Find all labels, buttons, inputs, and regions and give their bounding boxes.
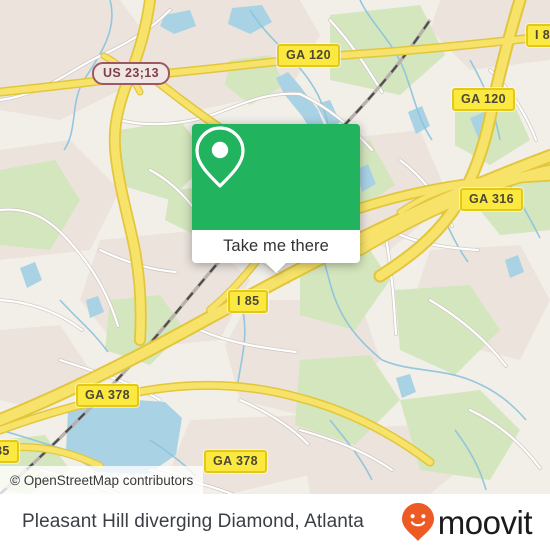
shield-ga-120-a[interactable]: GA 120 xyxy=(277,44,341,67)
shield-ga-316-label: GA 316 xyxy=(469,192,515,206)
osm-attribution[interactable]: © OpenStreetMap contributors xyxy=(0,466,204,494)
moovit-logo[interactable]: moovit xyxy=(401,494,533,550)
shield-i-85-top-label: I 85 xyxy=(535,28,550,42)
shield-i-85-top[interactable]: I 85 xyxy=(526,24,550,47)
shield-ga-378-b[interactable]: GA 378 xyxy=(204,450,268,473)
shield-i-85-mid-label: I 85 xyxy=(237,294,260,308)
shield-ga-120-b[interactable]: GA 120 xyxy=(452,88,516,111)
moovit-smiley-pin-icon xyxy=(401,503,434,541)
osm-attribution-text: © OpenStreetMap contributors xyxy=(10,472,194,488)
map-canvas[interactable]: US 23;13 GA 120 GA 120 I 85 GA 316 I 85 GA 378… xyxy=(0,0,550,494)
shield-i-85-left-label: 85 xyxy=(0,444,10,458)
shield-us-23-13-label: US 23;13 xyxy=(103,66,160,80)
shield-i-85-mid[interactable]: I 85 xyxy=(228,290,269,313)
popup-card-action[interactable]: Take me there xyxy=(192,230,360,273)
shield-ga-120-b-label: GA 120 xyxy=(461,92,507,106)
moovit-wordmark: moovit xyxy=(437,503,533,541)
shield-i-85-left[interactable]: 85 xyxy=(0,440,19,463)
popup-pointer-tail xyxy=(265,262,287,273)
page-title-text: Pleasant Hill diverging Diamond, Atlanta xyxy=(22,511,364,532)
shield-ga-378-a[interactable]: GA 378 xyxy=(76,384,140,407)
footer-bar: Pleasant Hill diverging Diamond, Atlanta… xyxy=(0,494,550,550)
shield-ga-378-b-label: GA 378 xyxy=(213,454,259,468)
take-me-there-label: Take me there xyxy=(223,237,329,256)
map-pin-icon xyxy=(195,126,245,188)
shield-ga-378-a-label: GA 378 xyxy=(85,388,131,402)
shield-ga-316[interactable]: GA 316 xyxy=(460,188,524,211)
page-title: Pleasant Hill diverging Diamond, Atlanta xyxy=(22,494,364,550)
shield-ga-120-a-label: GA 120 xyxy=(286,48,332,62)
shield-us-23-13[interactable]: US 23;13 xyxy=(92,62,171,85)
destination-popup-card[interactable]: Take me there xyxy=(192,124,360,273)
screenshot-root: US 23;13 GA 120 GA 120 I 85 GA 316 I 85 GA 378… xyxy=(0,0,550,550)
popup-card-header xyxy=(192,124,360,230)
